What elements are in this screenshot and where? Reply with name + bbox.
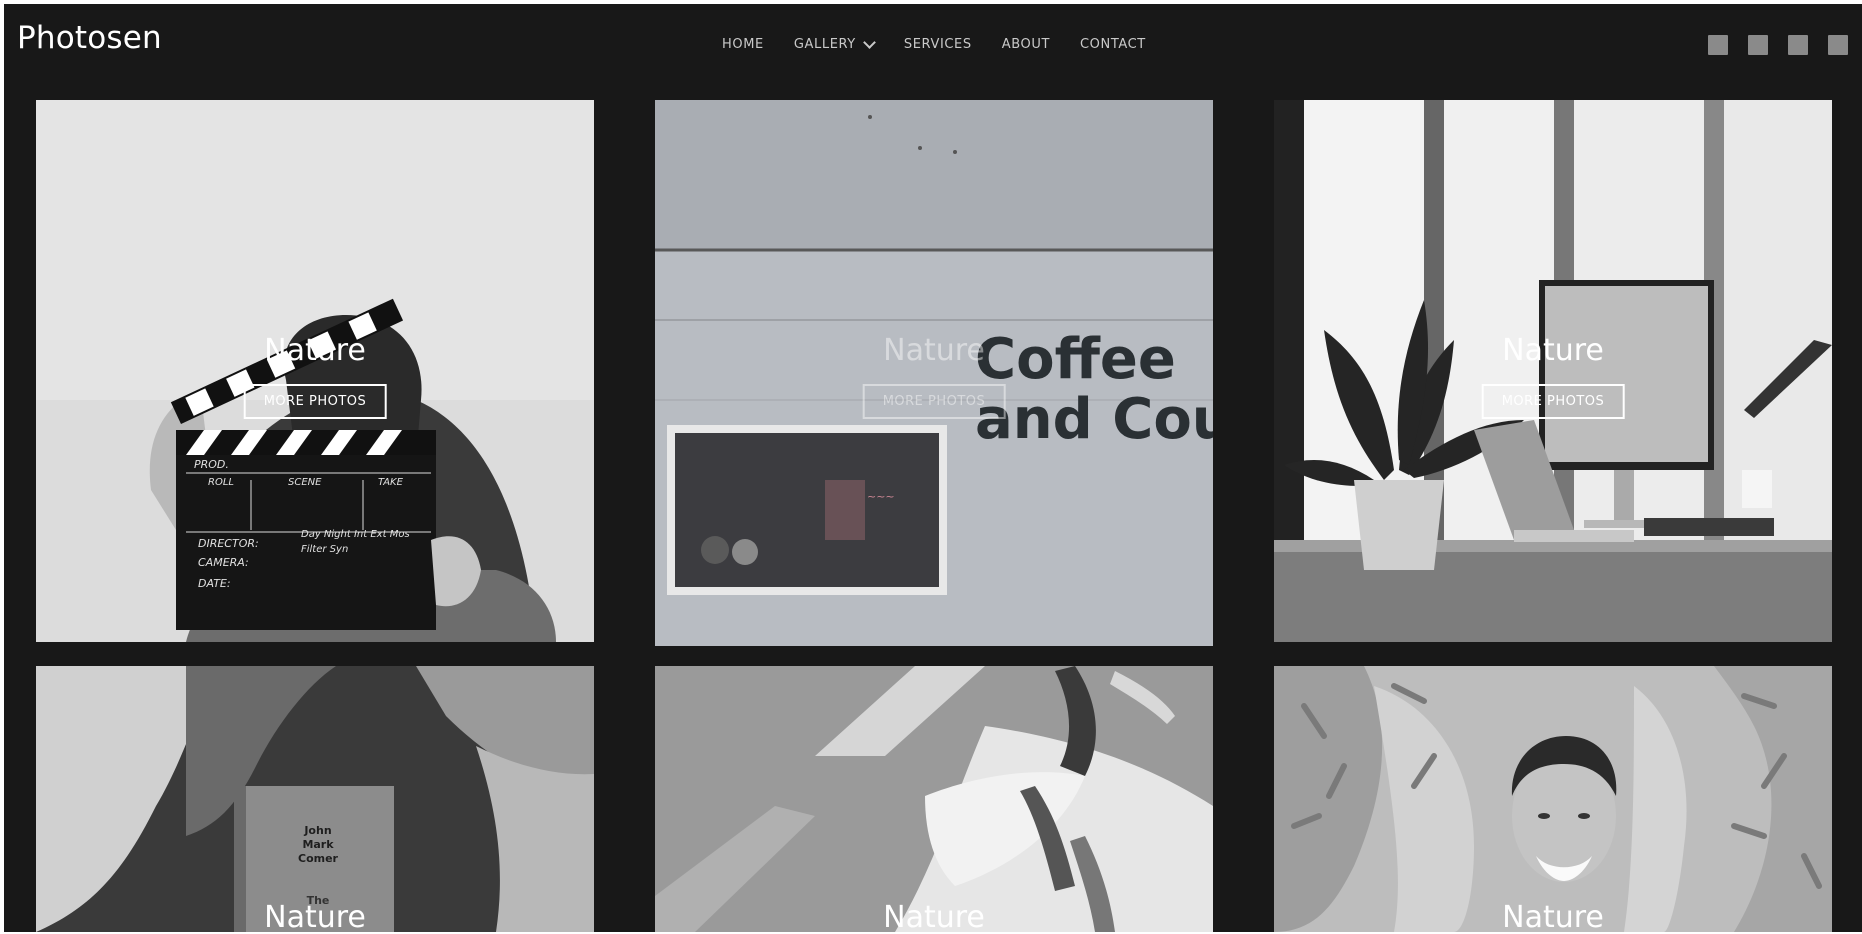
social-icon-4[interactable] bbox=[1828, 35, 1848, 55]
gallery-card-5[interactable]: Nature bbox=[655, 666, 1213, 932]
nav-about[interactable]: ABOUT bbox=[1002, 37, 1050, 52]
gallery-card-3[interactable]: Nature MORE PHOTOS bbox=[1274, 100, 1832, 642]
card-title: Nature bbox=[883, 333, 985, 368]
gallery-card-4[interactable]: John Mark Comer The Nature bbox=[36, 666, 594, 932]
card-title: Nature bbox=[264, 900, 366, 932]
main-nav: HOME GALLERY SERVICES ABOUT CONTACT bbox=[722, 35, 1176, 52]
clapper-filter: Filter Syn bbox=[301, 544, 348, 555]
chevron-down-icon bbox=[862, 35, 876, 49]
man-smiling-photo bbox=[1274, 666, 1832, 932]
book-author-1: John bbox=[303, 824, 331, 837]
card-title: Nature bbox=[1502, 900, 1604, 932]
clapper-scene: SCENE bbox=[288, 477, 322, 488]
more-photos-button[interactable]: MORE PHOTOS bbox=[243, 384, 387, 419]
nav-gallery-label: GALLERY bbox=[793, 37, 856, 52]
gallery-card-6[interactable]: Nature bbox=[1274, 666, 1832, 932]
card-title: Nature bbox=[1502, 333, 1604, 368]
clapper-prod: PROD. bbox=[194, 458, 229, 471]
nav-contact[interactable]: CONTACT bbox=[1080, 37, 1146, 52]
nav-services-label: SERVICES bbox=[903, 37, 972, 52]
page-frame: Photosen HOME GALLERY SERVICES ABOUT CON… bbox=[4, 4, 1862, 932]
clapper-director: DIRECTOR: bbox=[198, 537, 259, 550]
woman-scarf-photo bbox=[655, 666, 1213, 932]
nav-contact-label: CONTACT bbox=[1080, 37, 1146, 52]
social-links bbox=[1708, 35, 1848, 55]
social-icon-3[interactable] bbox=[1788, 35, 1808, 55]
nav-services[interactable]: SERVICES bbox=[904, 37, 972, 52]
more-photos-button[interactable]: MORE PHOTOS bbox=[862, 384, 1006, 419]
wall-sign-line2: and Coup bbox=[975, 387, 1213, 452]
book-author-3: Comer bbox=[298, 852, 339, 865]
gallery-card-1[interactable]: PROD. ROLL SCENE TAKE DIRECTOR: CAMERA: … bbox=[36, 100, 594, 642]
card-title: Nature bbox=[264, 333, 366, 368]
book-author-2: Mark bbox=[302, 838, 334, 851]
neon-sign-icon: ~~~ bbox=[867, 490, 895, 503]
clapper-camera: CAMERA: bbox=[198, 556, 249, 569]
clapper-take: TAKE bbox=[378, 477, 404, 488]
social-icon-2[interactable] bbox=[1748, 35, 1768, 55]
clapper-roll: ROLL bbox=[208, 477, 234, 488]
gallery-card-2[interactable]: ~~~ Coffee and Coup Nature MORE PHOTOS bbox=[655, 100, 1213, 646]
book-clouds-photo: John Mark Comer The bbox=[36, 666, 594, 932]
nav-home[interactable]: HOME bbox=[722, 37, 764, 52]
nav-gallery[interactable]: GALLERY bbox=[793, 35, 876, 52]
site-header: Photosen HOME GALLERY SERVICES ABOUT CON… bbox=[4, 4, 1862, 84]
clapper-daynight: Day Night Int Ext Mos bbox=[301, 529, 410, 540]
site-logo[interactable]: Photosen bbox=[17, 20, 162, 56]
desk-plant-photo bbox=[1274, 100, 1832, 642]
social-icon-1[interactable] bbox=[1708, 35, 1728, 55]
more-photos-button[interactable]: MORE PHOTOS bbox=[1481, 384, 1625, 419]
nav-about-label: ABOUT bbox=[1001, 37, 1050, 52]
nav-home-label: HOME bbox=[722, 37, 764, 52]
coffee-wall-photo: ~~~ Coffee and Coup bbox=[655, 100, 1213, 646]
clapper-date: DATE: bbox=[198, 577, 231, 590]
clapperboard-photo: PROD. ROLL SCENE TAKE DIRECTOR: CAMERA: … bbox=[36, 100, 594, 642]
card-title: Nature bbox=[883, 900, 985, 932]
